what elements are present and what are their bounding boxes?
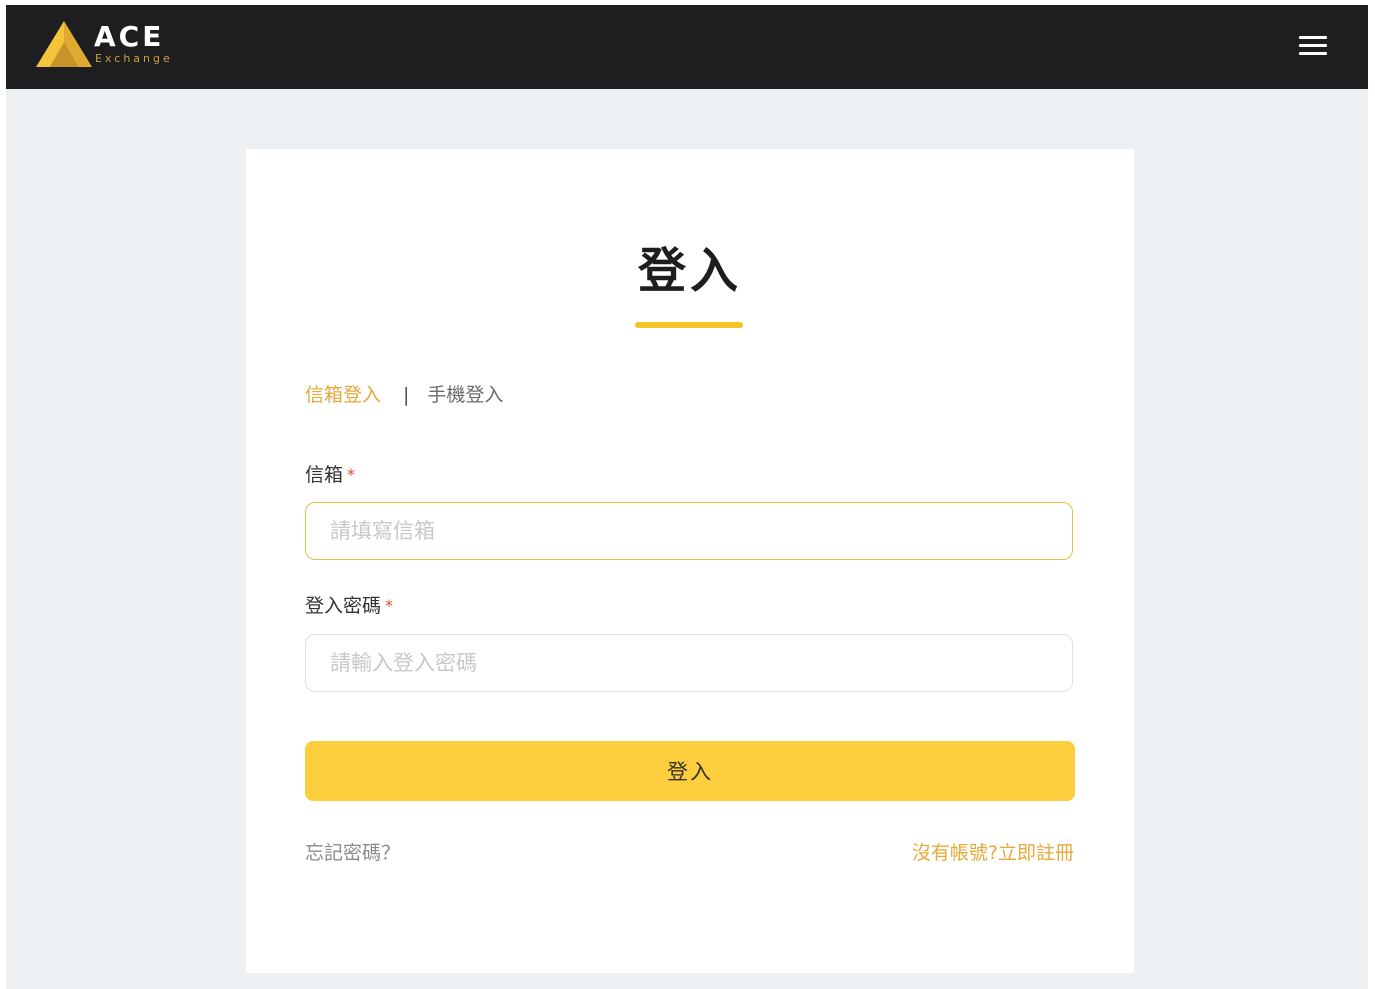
page-frame: ACE Exchange 登入 信箱登入|手機登入 信箱* 登入密碼* 登入 忘…	[6, 5, 1368, 989]
forgot-password-link[interactable]: 忘記密碼？	[305, 839, 400, 867]
tab-email-login[interactable]: 信箱登入	[305, 380, 381, 410]
password-required-mark: *	[385, 596, 394, 615]
top-navbar: ACE Exchange	[6, 5, 1368, 89]
email-label: 信箱 *	[305, 462, 355, 488]
page-title: 登入	[637, 243, 742, 299]
register-link[interactable]: 沒有帳號?立即註冊	[912, 839, 1074, 867]
menu-line	[1299, 44, 1327, 47]
menu-line	[1299, 36, 1327, 39]
email-required-mark: *	[347, 465, 356, 484]
brand-subtitle: Exchange	[95, 52, 173, 65]
tab-separator: |	[403, 384, 410, 406]
email-input[interactable]	[305, 502, 1073, 560]
brand-name: ACE	[94, 20, 165, 53]
ace-logo-icon	[36, 21, 92, 67]
login-method-tabs: 信箱登入 | 手機登入	[305, 380, 503, 410]
menu-line	[1299, 52, 1327, 55]
email-label-text: 信箱	[305, 464, 344, 486]
password-label: 登入密碼 *	[305, 593, 393, 619]
hamburger-menu-icon[interactable]	[1286, 29, 1340, 63]
password-label-text: 登入密碼	[305, 595, 382, 617]
password-input[interactable]	[305, 634, 1073, 692]
title-underline	[635, 322, 743, 328]
ace-exchange-logo[interactable]: ACE Exchange	[36, 19, 186, 75]
login-card: 登入 信箱登入|手機登入 信箱* 登入密碼* 登入 忘記密碼？ 沒有帳號?立即註…	[246, 149, 1134, 973]
login-button[interactable]: 登入	[305, 741, 1075, 801]
tab-phone-login[interactable]: 手機登入	[427, 380, 503, 410]
